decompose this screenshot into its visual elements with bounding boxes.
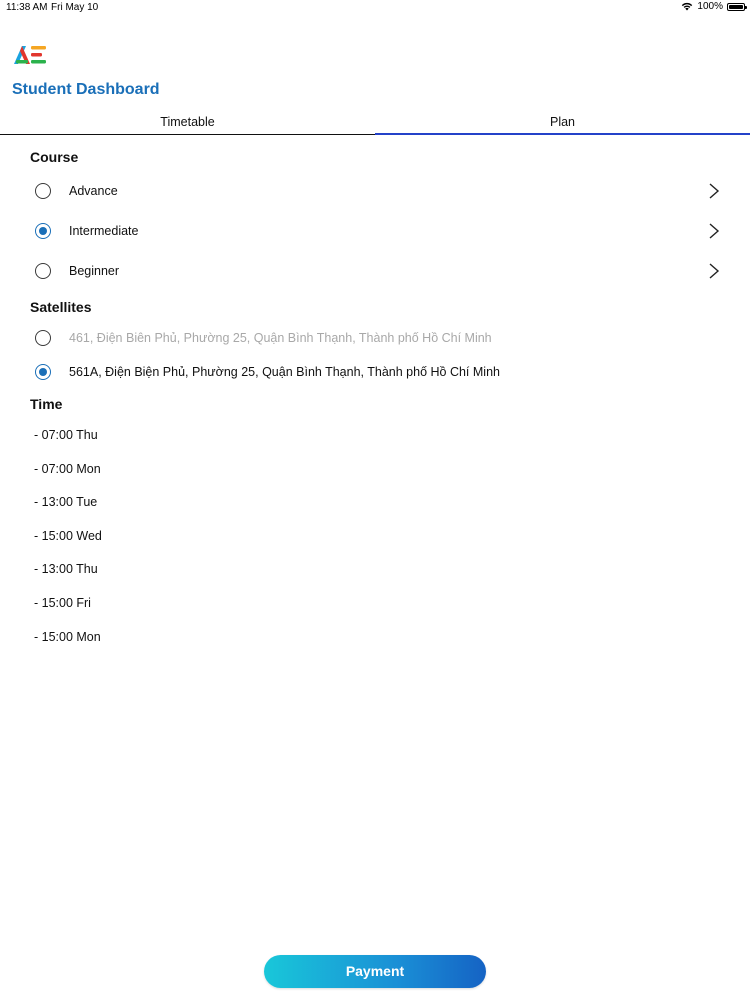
- time-section-title: Time: [30, 396, 63, 412]
- chevron-right-icon[interactable]: [707, 262, 721, 280]
- course-section-title: Course: [30, 149, 79, 165]
- time-slot: - 13:00 Thu: [34, 562, 98, 576]
- course-option-label: Beginner: [69, 264, 120, 278]
- course-option-label: Intermediate: [69, 224, 139, 238]
- satellite-option-label: 461, Điện Biên Phủ, Phường 25, Quận Bình…: [69, 331, 492, 345]
- course-option-label: Advance: [69, 184, 118, 198]
- tab-timetable-underline: [0, 133, 375, 135]
- radio-button[interactable]: [35, 364, 51, 380]
- tab-plan-label: Plan: [549, 115, 576, 129]
- tab-timetable[interactable]: Timetable: [0, 112, 375, 135]
- app-logo-icon: [14, 46, 46, 64]
- satellite-option[interactable]: 461, Điện Biên Phủ, Phường 25, Quận Bình…: [0, 320, 750, 356]
- time-slot: - 15:00 Wed: [34, 529, 102, 543]
- course-option-intermediate[interactable]: Intermediate: [0, 213, 750, 249]
- battery-percent: 100%: [697, 1, 723, 12]
- course-option-beginner[interactable]: Beginner: [0, 253, 750, 289]
- time-slot: - 07:00 Thu: [34, 428, 98, 442]
- battery-icon: [727, 2, 747, 11]
- status-time: 11:38 AM: [6, 2, 48, 13]
- radio-button[interactable]: [35, 330, 51, 346]
- satellites-section-title: Satellites: [30, 299, 92, 315]
- tab-plan[interactable]: Plan: [375, 112, 750, 135]
- satellite-option-label: 561A, Điện Biện Phủ, Phường 25, Quận Bìn…: [69, 365, 500, 379]
- satellite-option[interactable]: 561A, Điện Biện Phủ, Phường 25, Quận Bìn…: [0, 354, 750, 390]
- status-date: Fri May 10: [51, 2, 99, 13]
- payment-button[interactable]: Payment: [264, 955, 486, 988]
- time-slot: - 13:00 Tue: [34, 495, 98, 509]
- radio-button[interactable]: [35, 263, 51, 279]
- battery-fill: [729, 4, 743, 9]
- time-slot: - 15:00 Mon: [34, 630, 101, 644]
- time-slot: - 07:00 Mon: [34, 462, 101, 476]
- tab-plan-underline: [375, 133, 750, 135]
- radio-button[interactable]: [35, 183, 51, 199]
- radio-button[interactable]: [35, 223, 51, 239]
- page-title: Student Dashboard: [12, 81, 160, 98]
- status-right: 100%: [681, 1, 747, 12]
- time-slot: - 15:00 Fri: [34, 596, 91, 610]
- wifi-icon: [682, 2, 693, 11]
- chevron-right-icon[interactable]: [707, 182, 721, 200]
- chevron-right-icon[interactable]: [707, 222, 721, 240]
- tab-timetable-label: Timetable: [160, 115, 215, 129]
- tab-bar: Timetable Plan: [0, 112, 750, 135]
- course-option-advance[interactable]: Advance: [0, 173, 750, 209]
- status-bar: 11:38 AM Fri May 10 100%: [0, 0, 750, 16]
